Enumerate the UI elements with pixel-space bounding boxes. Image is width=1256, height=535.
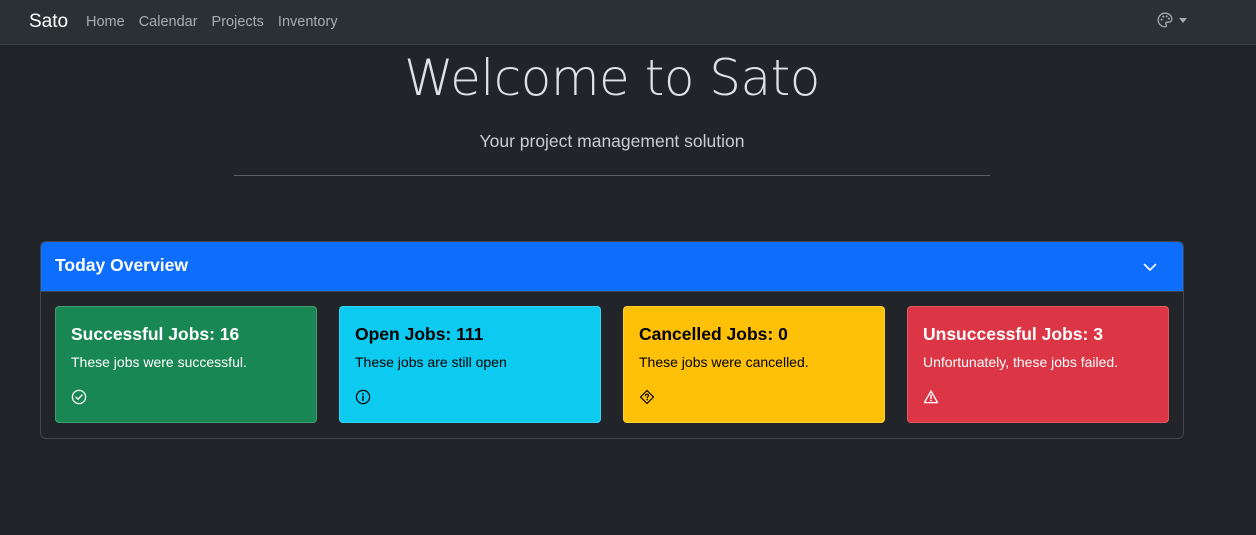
cancelled-jobs-tile: Cancelled Jobs: 0 These jobs were cancel… bbox=[623, 306, 885, 423]
navbar: Sato Home Calendar Projects Inventory bbox=[0, 0, 1256, 45]
brand-link[interactable]: Sato bbox=[29, 11, 68, 33]
tile-text: Unfortunately, these jobs failed. bbox=[923, 354, 1119, 370]
nav-link-projects[interactable]: Projects bbox=[212, 13, 264, 31]
today-overview-card: Today Overview Successful Jobs: 16 These… bbox=[40, 241, 1184, 439]
nav-link-inventory[interactable]: Inventory bbox=[278, 13, 338, 31]
unsuccessful-jobs-tile: Unsuccessful Jobs: 3 Unfortunately, thes… bbox=[907, 306, 1169, 423]
tile-text: These jobs are still open bbox=[355, 354, 507, 370]
page-subtitle: Your project management solution bbox=[479, 131, 745, 151]
today-overview-title: Today Overview bbox=[55, 255, 188, 275]
tile-text: These jobs were cancelled. bbox=[639, 354, 809, 370]
check-circle-icon bbox=[71, 389, 87, 405]
tile-text: These jobs were successful. bbox=[71, 354, 247, 370]
tile-title: Open Jobs: 111 bbox=[355, 324, 484, 344]
sign-question-icon bbox=[639, 389, 655, 405]
warning-triangle-icon bbox=[923, 390, 939, 404]
nav-link-home[interactable]: Home bbox=[86, 13, 125, 31]
tile-title: Successful Jobs: 16 bbox=[71, 324, 240, 344]
collapse-toggle-button[interactable] bbox=[1141, 258, 1159, 276]
theme-toggle-button[interactable] bbox=[1157, 12, 1187, 28]
divider bbox=[234, 175, 990, 176]
nav-link-calendar[interactable]: Calendar bbox=[139, 13, 198, 31]
palette-icon bbox=[1157, 12, 1173, 28]
nav-links: Home Calendar Projects Inventory bbox=[86, 13, 352, 31]
info-circle-icon bbox=[355, 389, 371, 405]
tile-title: Unsuccessful Jobs: 3 bbox=[923, 324, 1103, 344]
tile-title: Cancelled Jobs: 0 bbox=[639, 324, 788, 344]
today-overview-header[interactable]: Today Overview bbox=[41, 242, 1183, 292]
chevron-down-icon bbox=[1143, 263, 1157, 271]
page-title: Welcome to Sato bbox=[404, 49, 820, 107]
chevron-down-icon bbox=[1179, 18, 1187, 23]
open-jobs-tile: Open Jobs: 111 These jobs are still open bbox=[339, 306, 601, 423]
successful-jobs-tile: Successful Jobs: 16 These jobs were succ… bbox=[55, 306, 317, 423]
